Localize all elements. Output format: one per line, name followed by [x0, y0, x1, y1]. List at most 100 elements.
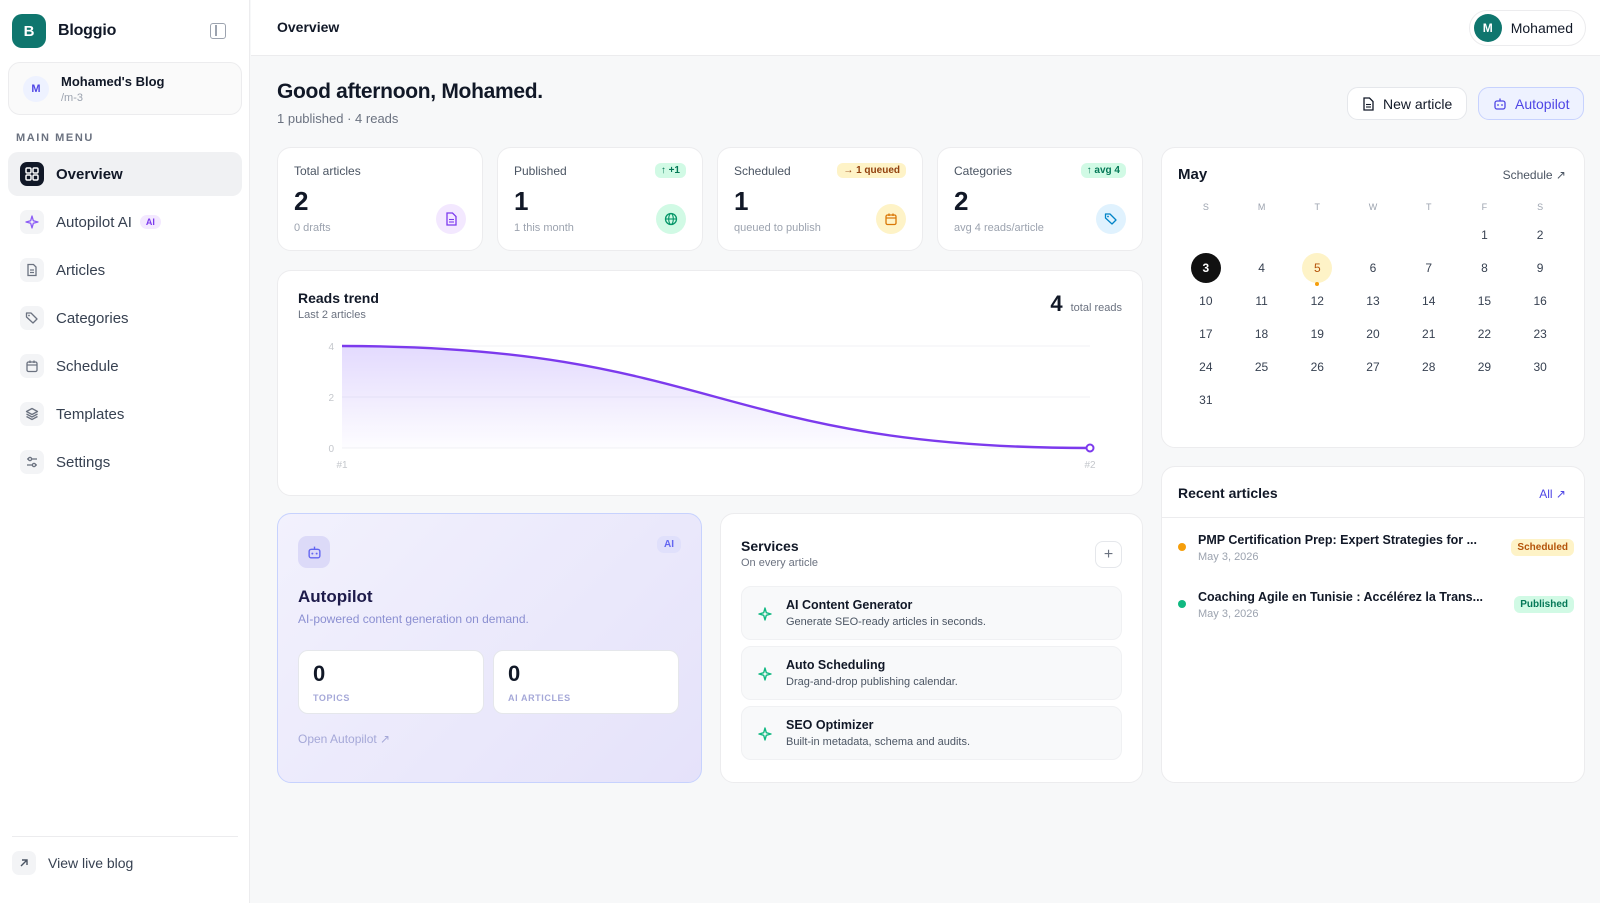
- service-item[interactable]: SEO Optimizer Built-in metadata, schema …: [741, 706, 1122, 760]
- calendar-day[interactable]: 27: [1345, 350, 1401, 383]
- calendar-day[interactable]: 14: [1401, 284, 1457, 317]
- status-dot: [1178, 543, 1186, 551]
- blog-avatar: M: [23, 75, 49, 102]
- nav-item-articles[interactable]: Articles: [8, 248, 242, 292]
- weekday-label: M: [1257, 202, 1266, 212]
- nav-item-schedule[interactable]: Schedule: [8, 344, 242, 388]
- all-articles-link[interactable]: All ↗: [1539, 487, 1566, 501]
- calendar-day[interactable]: 12: [1289, 284, 1345, 317]
- calendar-day-label: 9: [1536, 260, 1544, 275]
- services-card: Services On every article + AI Content G…: [720, 513, 1143, 783]
- calendar-empty-cell: [1345, 218, 1401, 251]
- view-live-blog-label: View live blog: [48, 855, 134, 871]
- brand[interactable]: B Bloggio: [12, 14, 116, 48]
- avatar: M: [1473, 14, 1502, 42]
- blog-slug: /m-3: [61, 91, 83, 104]
- service-item[interactable]: Auto Scheduling Drag-and-drop publishing…: [741, 646, 1122, 700]
- nav-label: Overview: [56, 165, 123, 183]
- autopilot-button[interactable]: Autopilot: [1478, 87, 1585, 120]
- calendar-day[interactable]: 26: [1289, 350, 1345, 383]
- calendar-day[interactable]: 8: [1457, 251, 1513, 284]
- weekday-label: F: [1481, 202, 1488, 212]
- calendar-empty-cell: [1234, 218, 1290, 251]
- user-menu[interactable]: M Mohamed: [1468, 10, 1586, 46]
- calendar-day-label: 26: [1310, 359, 1324, 374]
- calendar-day[interactable]: 2: [1512, 218, 1568, 251]
- new-article-button[interactable]: New article: [1347, 87, 1468, 120]
- calendar-day[interactable]: 19: [1289, 317, 1345, 350]
- calendar-day[interactable]: 6: [1345, 251, 1401, 284]
- calendar-day[interactable]: 17: [1178, 317, 1234, 350]
- view-live-blog-link[interactable]: View live blog: [12, 836, 238, 875]
- app-name: Bloggio: [58, 22, 117, 39]
- list-item[interactable]: Coaching Agile en Tunisie : Accélérez la…: [1178, 586, 1574, 626]
- calendar-day-label: 30: [1533, 359, 1547, 374]
- recent-articles-card: Recent articles All ↗ PMP Certification …: [1161, 466, 1585, 783]
- calendar-day[interactable]: 22: [1457, 317, 1513, 350]
- status-badge: → 1 queued: [837, 163, 906, 178]
- weekday-label: T: [1314, 202, 1321, 212]
- autopilot-title: Autopilot: [298, 587, 373, 606]
- y-tick-label: 2: [328, 393, 334, 404]
- calendar-day[interactable]: 30: [1512, 350, 1568, 383]
- stat-sub: queued to publish: [734, 222, 821, 234]
- calendar-day[interactable]: 9: [1512, 251, 1568, 284]
- article-date: May 3, 2026: [1198, 608, 1259, 620]
- calendar-day[interactable]: 3: [1178, 251, 1234, 284]
- calendar-day-label: 11: [1255, 293, 1268, 308]
- reads-trend-chart: 0 2 4 #1 #2: [328, 342, 1096, 471]
- nav-label: Templates: [56, 405, 125, 423]
- calendar-day[interactable]: 18: [1234, 317, 1290, 350]
- list-item[interactable]: PMP Certification Prep: Expert Strategie…: [1178, 529, 1574, 569]
- calendar-day[interactable]: 24: [1178, 350, 1234, 383]
- calendar-day[interactable]: 23: [1512, 317, 1568, 350]
- topbar: Overview M Mohamed: [251, 0, 1600, 56]
- calendar-day[interactable]: 11: [1234, 284, 1290, 317]
- schedule-link[interactable]: Schedule ↗: [1503, 168, 1566, 182]
- calendar-day[interactable]: 13: [1345, 284, 1401, 317]
- calendar-day[interactable]: 21: [1401, 317, 1457, 350]
- calendar-day-label: 12: [1310, 293, 1324, 308]
- calendar-day-label: 6: [1369, 260, 1377, 275]
- open-autopilot-link[interactable]: Open Autopilot ↗: [298, 732, 390, 746]
- divider: [1162, 517, 1584, 518]
- collapse-sidebar-icon[interactable]: [210, 23, 226, 39]
- weekday-label: S: [1202, 202, 1209, 212]
- document-icon: [1363, 96, 1374, 111]
- robot-icon: [1494, 98, 1506, 110]
- weekday-label: W: [1368, 202, 1378, 212]
- blog-switcher[interactable]: M Mohamed's Blog /m-3: [8, 62, 242, 115]
- stat-sub: avg 4 reads/article: [954, 222, 1044, 234]
- nav-item-overview[interactable]: Overview: [8, 152, 242, 196]
- stat-value: 1: [734, 186, 749, 216]
- calendar-day[interactable]: 5: [1289, 251, 1345, 286]
- calendar-day[interactable]: 16: [1512, 284, 1568, 317]
- calendar-day[interactable]: 20: [1345, 317, 1401, 350]
- calendar-day[interactable]: 28: [1401, 350, 1457, 383]
- nav-item-settings[interactable]: Settings: [8, 440, 242, 484]
- stat-value: 1: [514, 186, 529, 216]
- calendar-day[interactable]: 1: [1457, 218, 1513, 251]
- calendar-day-label: 8: [1481, 260, 1488, 275]
- services-title: Services: [741, 538, 799, 554]
- calendar-day[interactable]: 10: [1178, 284, 1234, 317]
- calendar-day[interactable]: 29: [1457, 350, 1513, 383]
- tags-icon: [20, 306, 44, 330]
- stat-label: Scheduled: [734, 164, 791, 178]
- nav-item-categories[interactable]: Categories: [8, 296, 242, 340]
- service-item[interactable]: AI Content Generator Generate SEO-ready …: [741, 586, 1122, 640]
- calendar-day-label: 15: [1477, 293, 1492, 308]
- globe-icon: [656, 204, 686, 234]
- calendar-day[interactable]: 25: [1234, 350, 1290, 383]
- calendar-day[interactable]: 15: [1457, 284, 1513, 317]
- nav-label: Schedule: [56, 357, 119, 375]
- add-service-button[interactable]: +: [1095, 541, 1122, 568]
- new-article-label: New article: [1383, 95, 1453, 112]
- x-tick-label: #2: [1084, 460, 1096, 471]
- nav-item-templates[interactable]: Templates: [8, 392, 242, 436]
- calendar-day[interactable]: 7: [1401, 251, 1457, 284]
- nav-item-autopilot-ai[interactable]: Autopilot AI AI: [8, 200, 242, 244]
- service-desc: Drag-and-drop publishing calendar.: [786, 676, 958, 688]
- calendar-day[interactable]: 31: [1178, 383, 1234, 416]
- calendar-day[interactable]: 4: [1234, 251, 1290, 284]
